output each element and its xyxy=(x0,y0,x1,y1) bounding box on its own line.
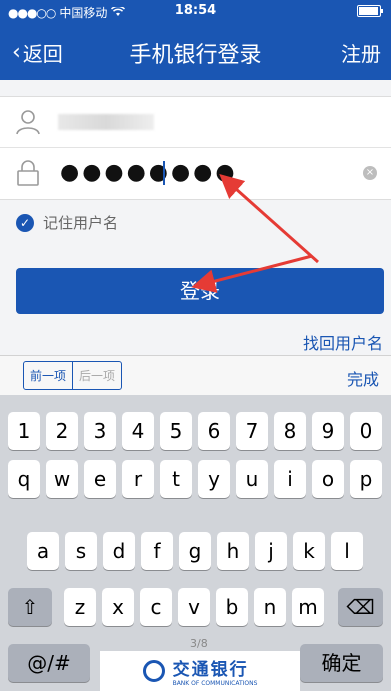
arrow-to-password xyxy=(219,174,319,264)
annotation-arrows xyxy=(191,174,319,293)
arrow-to-login xyxy=(191,254,313,293)
